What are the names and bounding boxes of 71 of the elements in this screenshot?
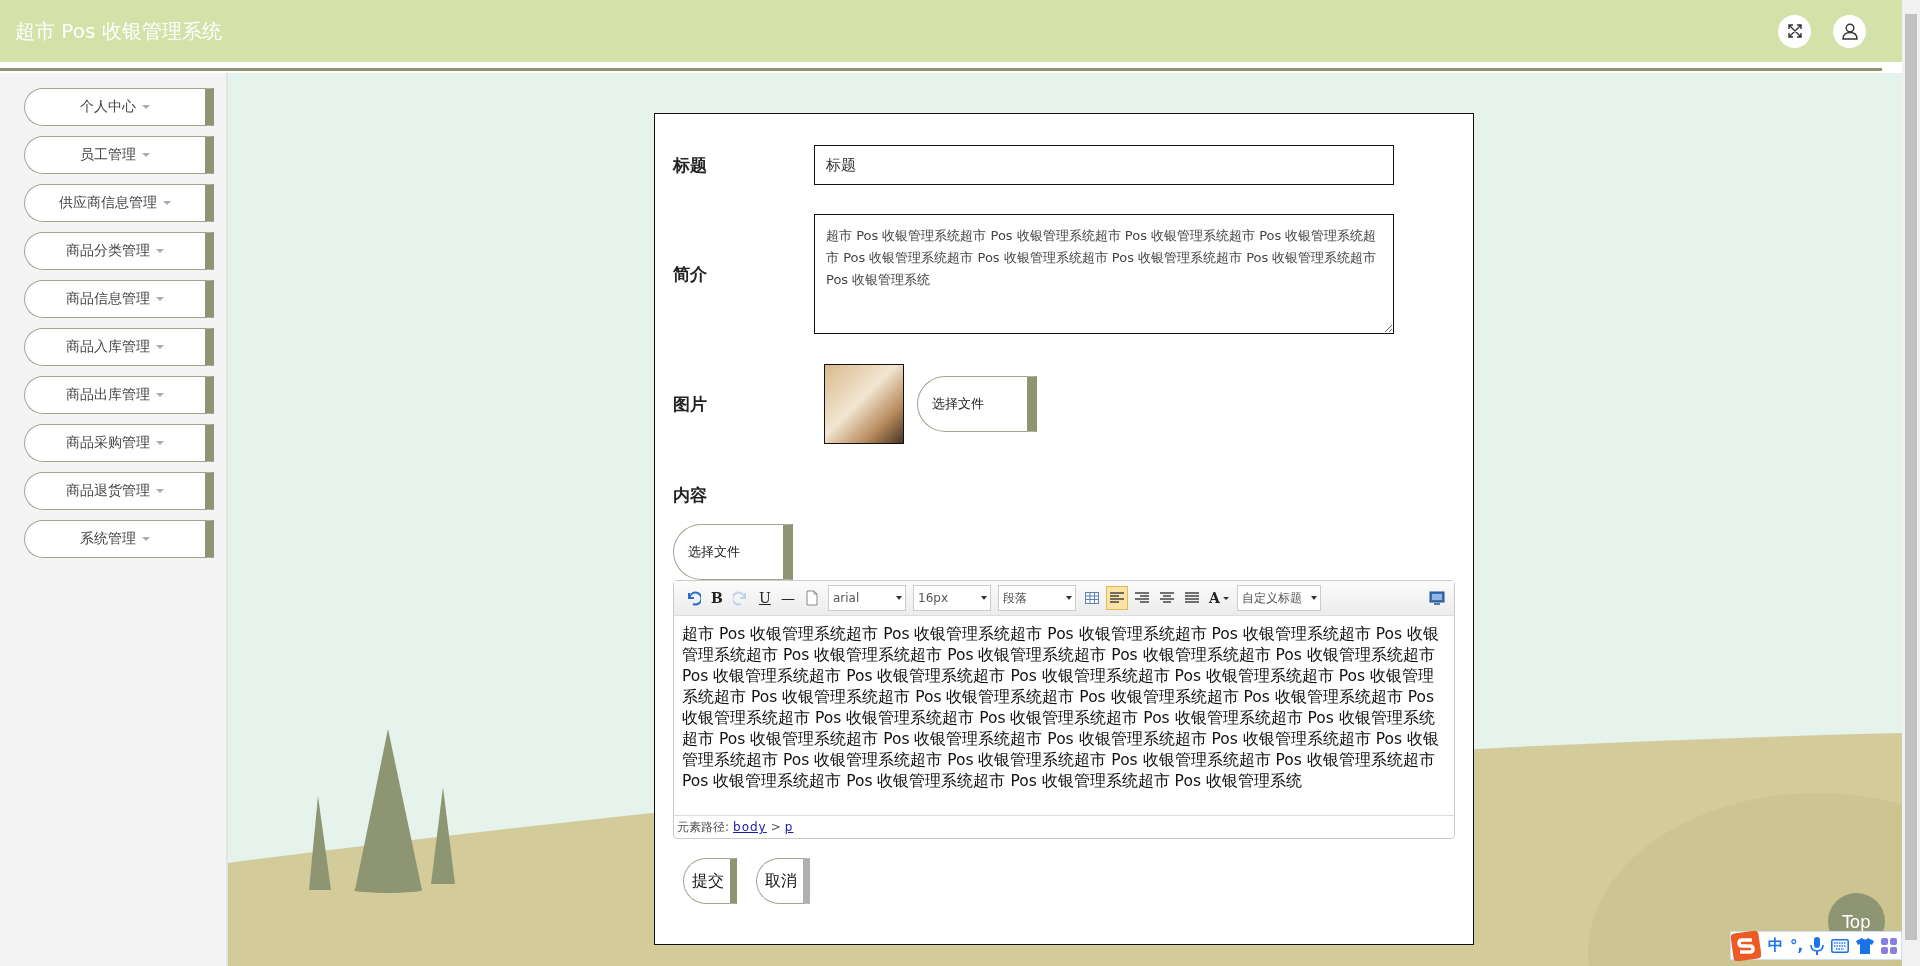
undo-icon xyxy=(685,590,701,606)
choose-file-button[interactable]: 选择文件 xyxy=(917,376,1037,432)
caret-icon xyxy=(156,345,164,349)
horizontal-rule-button[interactable]: — xyxy=(778,586,798,610)
field-label: 标题 xyxy=(673,153,708,177)
ime-punctuation[interactable]: °, xyxy=(1790,936,1804,955)
field-label: 图片 xyxy=(673,392,708,416)
summary-field[interactable]: 超市 Pos 收银管理系统超市 Pos 收银管理系统超市 Pos 收银管理系统超市 Pos 收银管理系统超市 Pos 收银管理系统超市 Pos 收银管理系统超市 Pos 收银管理系统超市 Pos 收银管理系统超市 Pos 收银管理系统 xyxy=(814,214,1394,334)
table-icon xyxy=(1084,590,1100,606)
sidebar-menu-item[interactable]: 商品出库管理 xyxy=(24,376,214,414)
app-title: 超市 Pos 收银管理系统 xyxy=(15,17,222,45)
ime-mode[interactable]: 中 xyxy=(1768,936,1783,955)
title-input[interactable]: 标题 xyxy=(814,145,1394,185)
sidebar-menu-item[interactable]: 员工管理 xyxy=(24,136,214,174)
caret-icon xyxy=(142,105,150,109)
underline-button[interactable]: U xyxy=(755,586,775,610)
caret-icon xyxy=(156,249,164,253)
justify-icon xyxy=(1184,590,1200,606)
submit-button[interactable]: 提交 xyxy=(683,858,737,904)
caret-icon xyxy=(1066,596,1072,600)
bold-button[interactable]: B xyxy=(707,586,727,610)
fullscreen-button[interactable] xyxy=(1778,14,1811,48)
dropdown[interactable]: 16px xyxy=(913,585,991,611)
align-center-icon xyxy=(1159,590,1175,606)
font-color-button[interactable]: A xyxy=(1206,586,1232,610)
scrollbar-thumb[interactable] xyxy=(1905,14,1917,940)
dropdown[interactable]: 段落 xyxy=(998,585,1076,611)
path-link[interactable]: body xyxy=(733,820,767,834)
caret-icon xyxy=(142,537,150,541)
user-button[interactable] xyxy=(1833,14,1866,48)
cancel-button[interactable]: 取消 xyxy=(756,858,810,904)
field-label: 内容 xyxy=(673,484,708,506)
sidebar-menu-item[interactable]: 供应商信息管理 xyxy=(24,184,214,222)
sidebar-menu-item[interactable]: 商品退货管理 xyxy=(24,472,214,510)
align-left-icon xyxy=(1109,590,1125,606)
grid-icon[interactable] xyxy=(1881,937,1898,954)
keyboard-icon[interactable] xyxy=(1831,938,1850,953)
sidebar-menu-item[interactable]: 个人中心 xyxy=(24,88,214,126)
choose-file-button[interactable]: 选择文件 xyxy=(673,524,793,580)
sidebar-menu-item[interactable]: 系统管理 xyxy=(24,520,214,558)
dropdown[interactable]: arial xyxy=(828,585,906,611)
microphone-icon[interactable] xyxy=(1810,936,1825,955)
expand-icon xyxy=(1786,23,1803,39)
page-icon xyxy=(804,590,820,606)
caret-icon xyxy=(981,596,987,600)
redo-icon xyxy=(733,590,749,606)
caret-icon xyxy=(156,441,164,445)
caret-icon xyxy=(156,489,164,493)
caret-icon xyxy=(156,393,164,397)
shirt-icon[interactable] xyxy=(1856,937,1875,954)
caret-icon xyxy=(1222,596,1229,600)
path-separator: > xyxy=(770,820,781,834)
sidebar-menu-item[interactable]: 商品分类管理 xyxy=(24,232,214,270)
path-link[interactable]: p xyxy=(784,820,794,834)
caret-icon xyxy=(156,297,164,301)
sidebar-menu-item[interactable]: 商品信息管理 xyxy=(24,280,214,318)
sidebar-menu-item[interactable]: 商品入库管理 xyxy=(24,328,214,366)
align-right-icon xyxy=(1134,590,1150,606)
user-icon xyxy=(1840,22,1859,40)
sidebar-menu-item[interactable]: 商品采购管理 xyxy=(24,424,214,462)
dropdown[interactable]: 自定义标题 xyxy=(1236,585,1321,611)
caret-icon xyxy=(163,201,171,205)
field-label: 简介 xyxy=(673,262,708,286)
caret-icon xyxy=(1310,596,1317,600)
caret-icon xyxy=(142,153,150,157)
editor-field[interactable]: 超市 Pos 收银管理系统超市 Pos 收银管理系统超市 Pos 收银管理系统超市 Pos 收银管理系统超市 Pos 收银管理系统超市 Pos 收银管理系统超市 Pos 收银管理系统超市 Pos 收银管理系统超市 Pos 收银管理系统超市 Pos 收银管理系统超市 Pos 收银管理系统超市 Pos 收银管理系统超市 Pos 收银管理系统超市 Pos 收银管理系统超市 Pos 收银管理系统超市 Pos 收银管理系统超市 Pos 收银管理系统超市 Pos 收银管理系统超市 Pos 收银管理系统超市 Pos 收银管理系统超市 Pos 收银管理系统超市 Pos 收银管理系统超市 Pos 收银管理系统超市 Pos 收银管理系统超市 Pos 收银管理系统超市 Pos 收银管理系统超市 Pos 收银管理系统超市 Pos 收银管理系统超市 Pos 收银管理系统超市 Pos 收银管理系统超市 Pos 收银管理系统超市 Pos 收银管理系统超市 Pos 收银管理系统超市 Pos 收银管理系统超市 Pos 收银管理系统超市 Pos 收银管理系统 xyxy=(674,616,1454,816)
align-left-button[interactable] xyxy=(1106,586,1128,610)
scrollbar[interactable] xyxy=(1902,0,1920,966)
caret-icon xyxy=(896,596,902,600)
path-label: 元素路径: xyxy=(677,818,730,836)
preview-icon xyxy=(1429,590,1445,606)
